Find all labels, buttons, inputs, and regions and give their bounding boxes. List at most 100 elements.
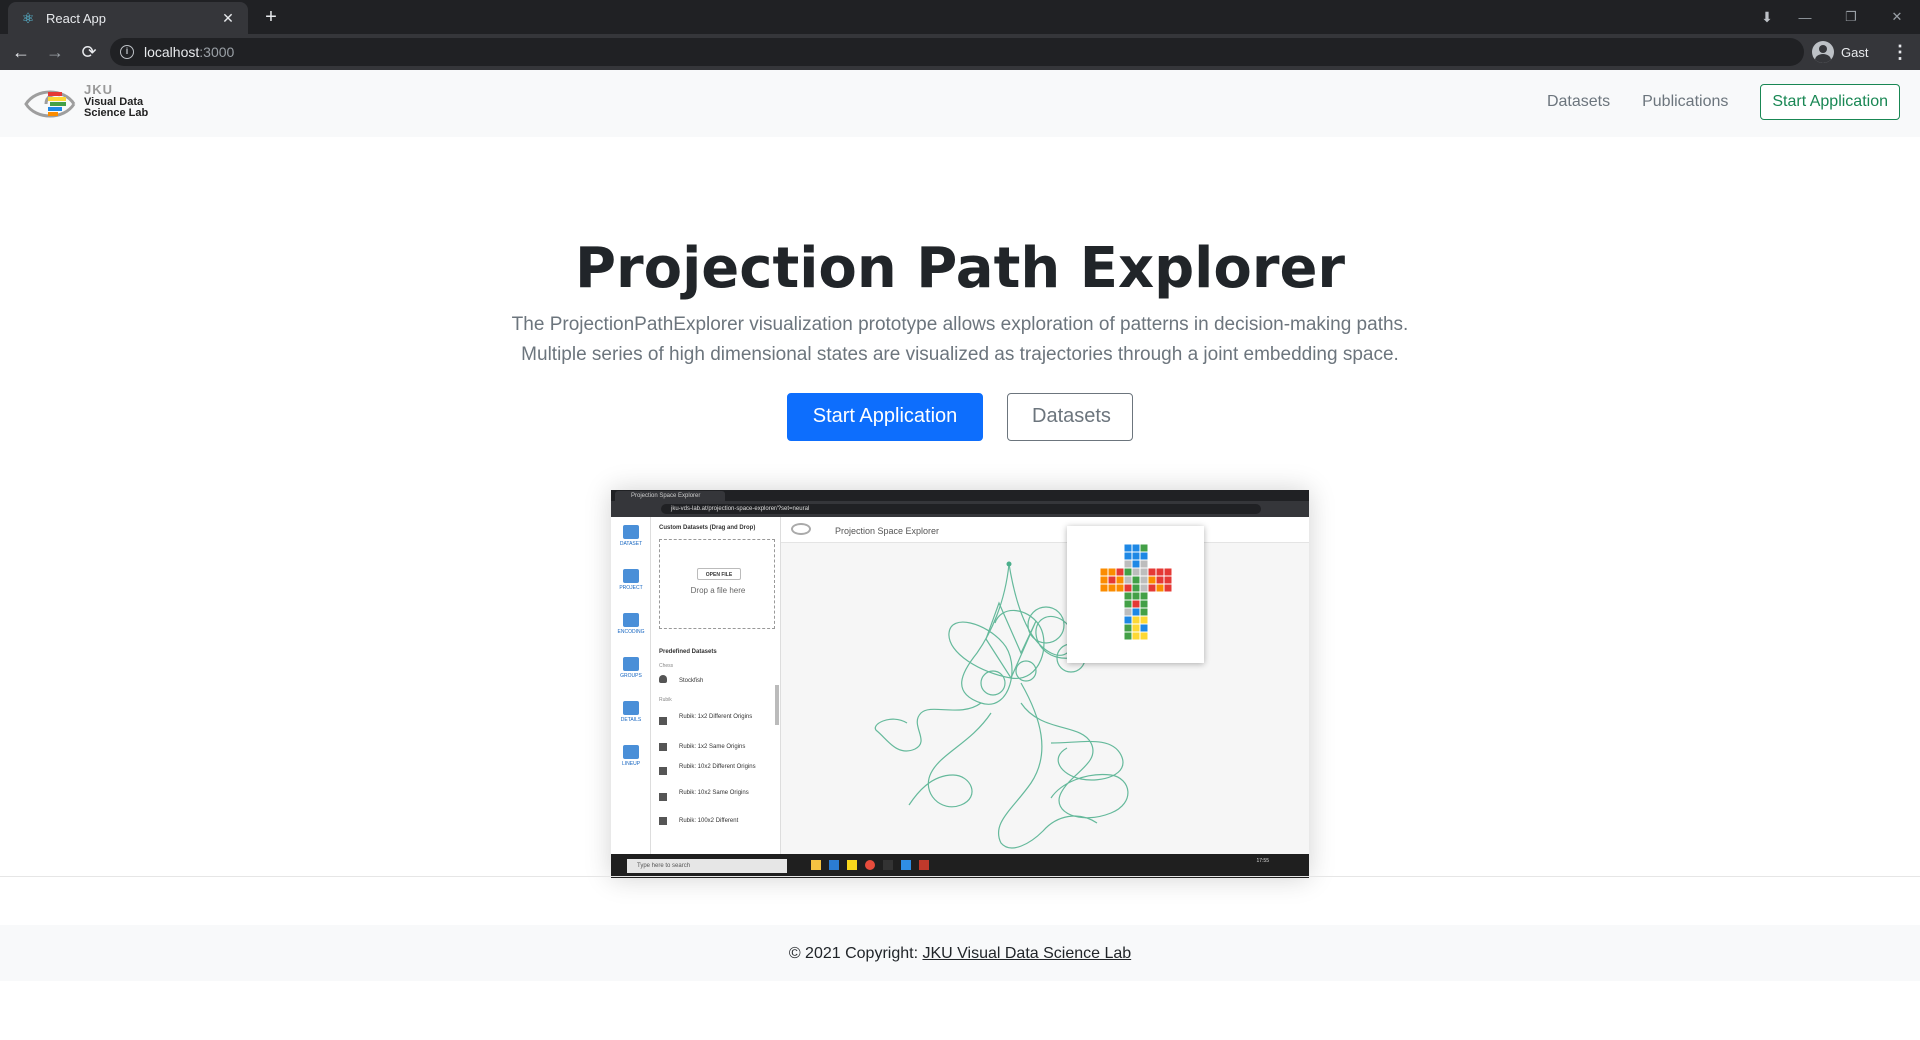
preview-side-project: PROJECT [617,569,645,599]
preview-side-label: GROUPS [620,673,642,679]
jku-vds-logo[interactable]: JKU Visual Data Science Lab [24,83,154,124]
preview-tab-title: Projection Space Explorer [615,491,725,501]
dataset-icon [623,525,639,539]
preview-sidebar: DATASET PROJECT ENCODING GROUPS DETAILS … [611,517,651,878]
preview-main-view: Projection Space Explorer [781,517,1309,854]
preview-category: Rubik [659,697,672,703]
preview-taskbar-search: Type here to search [627,859,787,873]
restore-button[interactable]: ❐ [1828,9,1874,25]
eye-logo-icon [24,90,76,118]
preview-side-label: PROJECT [619,585,643,591]
preview-dataset-item: Rubik: 1x2 Same Origins [679,744,746,750]
preview-side-encoding: ENCODING [617,613,645,643]
preview-category: Chess [659,663,674,669]
preview-side-dataset: DATASET [617,525,645,555]
react-favicon-icon: ⚛ [21,10,35,26]
app-screenshot: Projection Space Explorer jku-vds-lab.at… [611,490,1309,878]
preview-side-label: LINEUP [621,761,641,767]
avatar-icon [1812,41,1834,63]
preview-dataset-item: Rubik: 10x2 Different Origins [679,764,756,770]
footer-lab-link[interactable]: JKU Visual Data Science Lab [922,945,1131,962]
groups-icon [623,657,639,671]
grid-icon [659,817,667,825]
page-title: Projection Path Explorer [574,236,1346,301]
preview-clock: 17:55 [1256,858,1269,864]
profile-button[interactable]: Gast [1812,41,1868,63]
preview-panel-header: Custom Datasets (Drag and Drop) [659,525,756,531]
logo-line-3: Science Lab [84,107,149,119]
browser-tab[interactable]: ⚛ React App ✕ [8,2,248,34]
download-icon[interactable]: ⬇ [1752,9,1782,26]
grid-icon [659,743,667,751]
preview-taskbar: Type here to search 17:55 [611,854,1309,878]
preview-side-groups: GROUPS [617,657,645,687]
nav-start-application-button[interactable]: Start Application [1760,84,1900,120]
nav-link-datasets[interactable]: Datasets [1547,93,1610,111]
preview-side-label: DATASET [619,541,643,547]
preview-tab-bar: Projection Space Explorer [611,490,1309,501]
vscode-icon [901,860,911,870]
notes-icon [847,860,857,870]
address-bar[interactable]: i localhost:3000 [110,38,1804,66]
site-navbar: JKU Visual Data Science Lab Datasets Pub… [0,70,1920,137]
forward-button[interactable]: → [42,39,68,65]
editor-icon [829,860,839,870]
tab-title: React App [46,10,106,26]
start-application-button[interactable]: Start Application [787,393,983,441]
new-tab-button[interactable]: + [258,4,284,30]
hero-lead-line-1: The ProjectionPathExplorer visualization… [511,314,1409,335]
preview-logo-icon [791,523,811,535]
footer: © 2021 Copyright: JKU Visual Data Scienc… [0,925,1920,981]
preview-dataset-item: Stockfish [679,678,704,684]
preview-toolbar: jku-vds-lab.at/projection-space-explorer… [611,501,1309,517]
reload-button[interactable]: ⟳ [76,39,102,65]
preview-main-title: Projection Space Explorer [835,526,940,536]
minimize-button[interactable]: — [1782,10,1828,25]
rubik-cube-net-icon [1099,543,1173,641]
preview-open-file: OPEN FILE [697,568,741,580]
nav-links: Datasets Publications Start Application [1547,84,1900,120]
path-start-point [1006,561,1012,567]
site-info-icon[interactable]: i [120,45,134,59]
section-divider [0,876,1920,877]
preview-dataset-item: Rubik: 1x2 Different Origins [679,714,753,720]
datasets-button[interactable]: Datasets [1007,393,1133,441]
grid-icon [659,767,667,775]
preview-dataset-panel: Custom Datasets (Drag and Drop) OPEN FIL… [651,517,781,878]
close-window-button[interactable]: ✕ [1874,9,1920,25]
browser-toolbar: ← → ⟳ i localhost:3000 Gast ⋮ [0,34,1920,70]
url-port: :3000 [199,44,235,60]
browser-menu-icon[interactable]: ⋮ [1890,40,1910,64]
back-button[interactable]: ← [8,39,34,65]
grid-icon [659,793,667,801]
preview-side-details: DETAILS [617,701,645,731]
trajectory-plot [874,561,1129,849]
preview-dataset-item: Rubik: 10x2 Same Origins [679,790,749,796]
footer-copyright: © 2021 Copyright: JKU Visual Data Scienc… [0,945,1920,963]
preview-side-lineup: LINEUP [617,745,645,775]
terminal-icon [883,860,893,870]
lineup-icon [623,745,639,759]
preview-drop-text: Drop a file here [690,586,746,595]
preview-side-label: DETAILS [620,717,642,723]
chrome-icon [865,860,875,870]
folder-icon [811,860,821,870]
nav-link-publications[interactable]: Publications [1642,93,1728,111]
tab-close-icon[interactable]: ✕ [220,10,236,27]
encoding-icon [623,613,639,627]
preview-dataset-item: Rubik: 100x2 Different [679,818,739,824]
chess-icon [659,675,667,683]
page: JKU Visual Data Science Lab Datasets Pub… [0,70,1920,1040]
preview-main-header: Projection Space Explorer [781,517,1309,543]
preview-dropzone: OPEN FILE Drop a file here [659,539,775,629]
browser-tab-bar: ⚛ React App ✕ + ⬇ — ❐ ✕ [0,0,1920,34]
url-host: localhost [144,44,200,60]
project-icon [623,569,639,583]
preview-predefined-header: Predefined Datasets [659,649,717,655]
preview-side-label: ENCODING [617,629,645,635]
profile-name: Gast [1841,44,1869,60]
grid-icon [659,717,667,725]
preview-url: jku-vds-lab.at/projection-space-explorer… [661,504,1261,514]
hero-lead-line-2: Multiple series of high dimensional stat… [521,344,1399,365]
rubik-cube-card [1067,526,1204,663]
